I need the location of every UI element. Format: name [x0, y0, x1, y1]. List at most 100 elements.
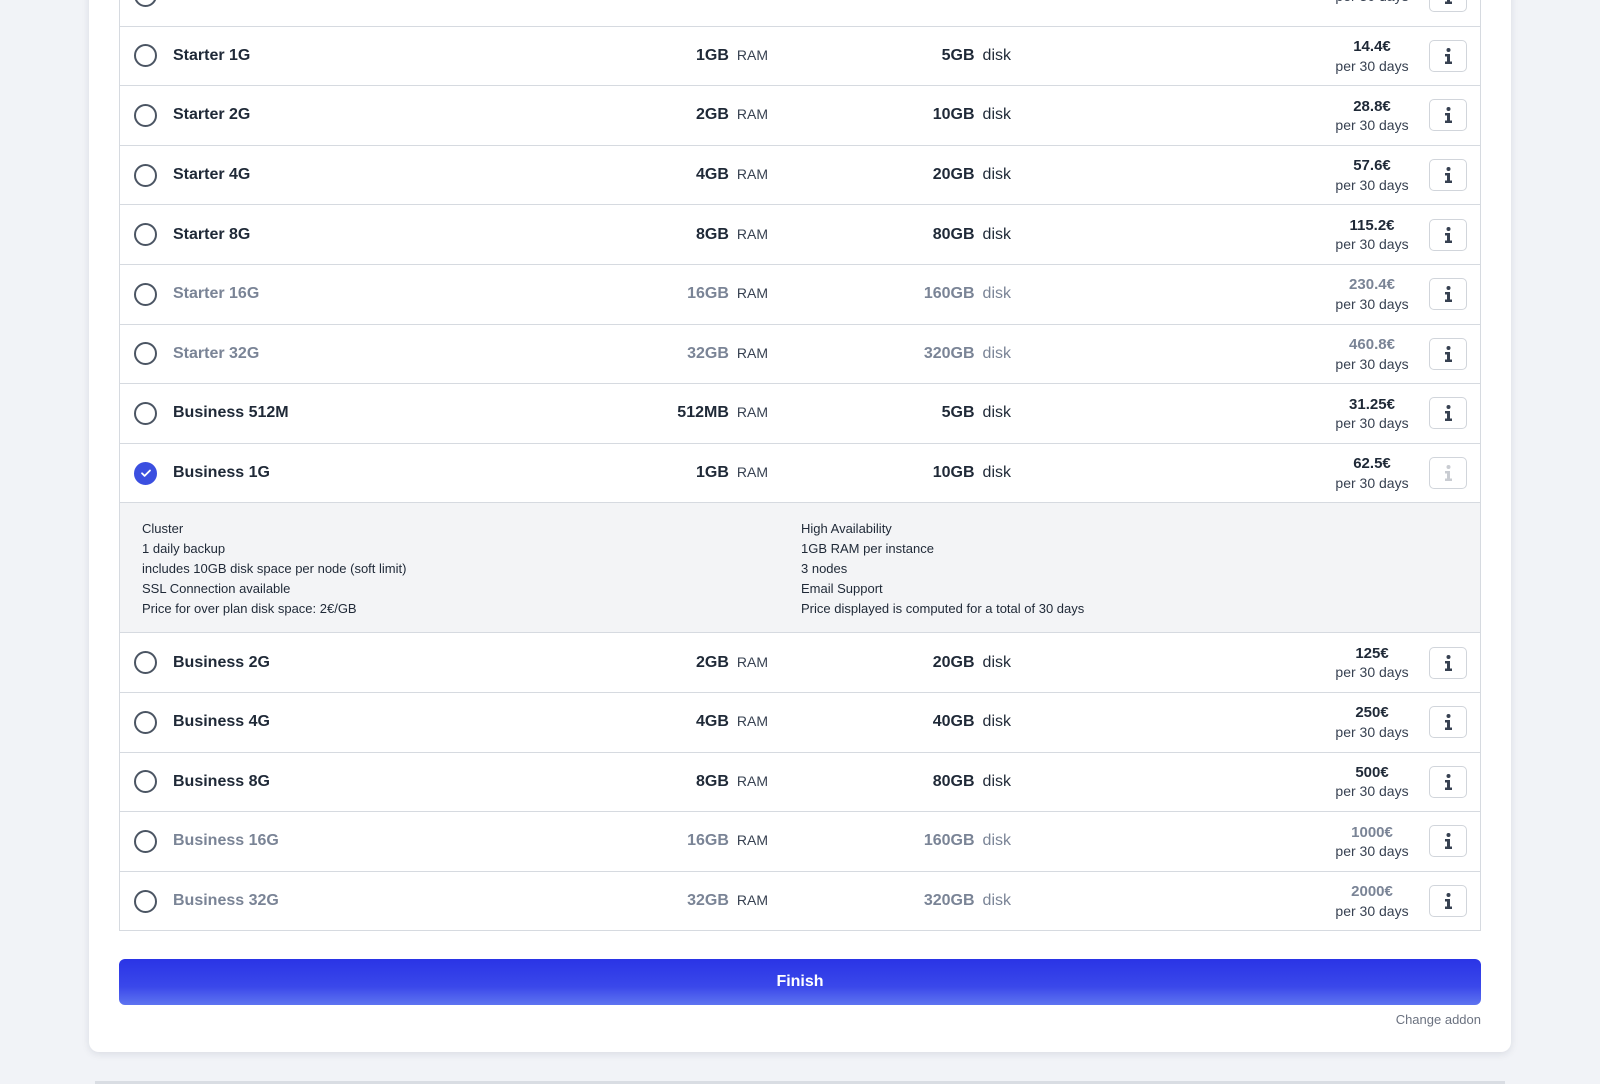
info-button[interactable] — [1429, 397, 1467, 430]
plan-name: Starter 8G — [173, 225, 251, 243]
plan-name: Business 512M — [173, 404, 289, 422]
info-icon — [1444, 714, 1453, 731]
info-icon — [1444, 405, 1453, 422]
plan-row[interactable]: Starter 2G 2GB RAM 10GB disk 28.8€ per 30 days — [120, 85, 1480, 145]
plan-row[interactable]: Business 32G 32GB RAM 320GB disk 2000€ per 30 … — [120, 870, 1480, 931]
plan-radio[interactable] — [134, 401, 157, 425]
plan-name: Business 4G — [173, 713, 270, 731]
plan-radio[interactable] — [134, 223, 157, 247]
info-button[interactable] — [1429, 646, 1467, 679]
disk-unit: disk — [982, 653, 1011, 671]
ram-value: 4GB — [695, 166, 729, 184]
plan-price: 28.8€ per 30 days — [1327, 97, 1417, 135]
plan-radio[interactable] — [134, 710, 157, 734]
ram-unit: RAM — [736, 832, 768, 849]
info-button[interactable] — [1429, 218, 1467, 251]
disk-value: 5GB — [941, 404, 975, 422]
price-value: 500€ — [1355, 763, 1389, 781]
plan-row[interactable]: Starter 32G 32GB RAM 320GB disk 460.8€ per 30 … — [120, 323, 1480, 384]
ram-unit: RAM — [736, 344, 768, 361]
plan-disk: 2.5GB disk — [928, 0, 1011, 5]
plan-ram: 1GB RAM — [696, 464, 768, 482]
plan-price: 500€ per 30 days — [1327, 763, 1417, 801]
plan-name: Business 16G — [173, 832, 279, 850]
change-addon-link[interactable]: Change addon — [1396, 1012, 1481, 1027]
info-icon — [1444, 226, 1453, 243]
price-period: per 30 days — [1335, 415, 1409, 432]
info-icon — [1444, 893, 1453, 910]
plan-radio[interactable] — [134, 0, 157, 8]
plan-row[interactable]: Starter 4G 4GB RAM 20GB disk 57.6€ per 30 days — [120, 144, 1480, 205]
disk-unit: disk — [982, 464, 1011, 482]
disk-unit: disk — [982, 166, 1011, 184]
ram-value: 8GB — [695, 225, 729, 243]
detail-item: includes 10GB disk space per node (soft … — [142, 561, 407, 577]
ram-unit: RAM — [736, 166, 768, 183]
plan-row[interactable]: Business 512M 512MB RAM 5GB disk 31.25€ per 30… — [120, 383, 1480, 443]
ram-unit: RAM — [736, 46, 768, 63]
info-button[interactable] — [1429, 337, 1467, 370]
disk-value: 40GB — [932, 713, 975, 731]
info-button[interactable] — [1429, 99, 1467, 132]
plan-disk: 5GB disk — [942, 47, 1011, 65]
info-button[interactable] — [1429, 765, 1467, 798]
info-icon — [1444, 465, 1453, 482]
plan-radio[interactable] — [134, 44, 157, 68]
info-button[interactable] — [1429, 457, 1467, 490]
plan-row[interactable]: Business 16G 16GB RAM 160GB disk 1000€ per 30 … — [120, 811, 1480, 871]
detail-item: Email Support — [801, 581, 883, 597]
plan-row[interactable]: Business 1G 1GB RAM 10GB disk 62.5€ per 30 day… — [120, 442, 1480, 503]
plan-radio[interactable] — [134, 103, 157, 127]
ram-value: 8GB — [695, 772, 729, 790]
plan-radio[interactable] — [134, 651, 157, 675]
price-value: 2000€ — [1351, 883, 1393, 901]
ram-unit: RAM — [736, 464, 768, 481]
detail-item: 1GB RAM per instance — [801, 541, 934, 557]
plan-radio[interactable] — [134, 770, 157, 794]
info-button[interactable] — [1429, 159, 1467, 192]
info-icon — [1444, 833, 1453, 850]
finish-button[interactable]: Finish — [119, 959, 1481, 1005]
plan-price: 250€ per 30 days — [1327, 703, 1417, 741]
plan-disk: 5GB disk — [942, 404, 1011, 422]
plan-ram: 16GB RAM — [687, 832, 768, 850]
plan-radio[interactable] — [134, 829, 157, 853]
disk-unit: disk — [982, 713, 1011, 731]
info-button[interactable] — [1429, 278, 1467, 311]
ram-value: 1GB — [695, 46, 729, 64]
price-period: per 30 days — [1335, 236, 1409, 253]
ram-value: 2GB — [695, 106, 729, 124]
plan-row[interactable]: Business 2G 2GB RAM 20GB disk 125€ per 30 days — [120, 632, 1480, 692]
plan-radio[interactable] — [134, 889, 157, 913]
info-button[interactable] — [1429, 706, 1467, 739]
disk-unit: disk — [982, 225, 1011, 243]
plan-row[interactable]: Starter 512M 512MB RAM 2.5GB disk per 30 days — [120, 0, 1480, 26]
plan-row[interactable]: Starter 8G 8GB RAM 80GB disk 115.2€ per 30 day… — [120, 204, 1480, 264]
plan-ram: 8GB RAM — [696, 773, 768, 791]
info-icon — [1444, 167, 1453, 184]
info-button[interactable] — [1429, 39, 1467, 72]
info-button[interactable] — [1429, 825, 1467, 858]
plan-row[interactable]: Starter 1G 1GB RAM 5GB disk 14.4€ per 30 days — [120, 25, 1480, 86]
detail-item: Cluster — [142, 521, 184, 537]
plan-radio[interactable] — [134, 461, 157, 485]
plan-radio[interactable] — [134, 163, 157, 187]
price-value: 28.8€ — [1353, 97, 1391, 115]
ram-value: 32GB — [687, 892, 729, 910]
price-period: per 30 days — [1335, 295, 1409, 312]
price-period: per 30 days — [1335, 723, 1409, 740]
plan-row[interactable]: Business 4G 4GB RAM 40GB disk 250€ per 30 days — [120, 691, 1480, 752]
info-button[interactable] — [1429, 0, 1467, 12]
ram-value: 16GB — [687, 832, 729, 850]
info-button[interactable] — [1429, 885, 1467, 918]
info-icon — [1444, 654, 1453, 671]
plan-radio[interactable] — [134, 282, 157, 306]
info-icon — [1444, 345, 1453, 362]
plan-radio[interactable] — [134, 342, 157, 366]
plan-ram: 32GB RAM — [687, 345, 768, 363]
plan-price: 31.25€ per 30 days — [1327, 395, 1417, 433]
plan-ram: 32GB RAM — [687, 892, 768, 910]
plan-row[interactable]: Business 8G 8GB RAM 80GB disk 500€ per 30 days — [120, 751, 1480, 812]
plan-disk: 80GB disk — [933, 226, 1011, 244]
plan-row[interactable]: Starter 16G 16GB RAM 160GB disk 230.4€ per 30 … — [120, 263, 1480, 324]
